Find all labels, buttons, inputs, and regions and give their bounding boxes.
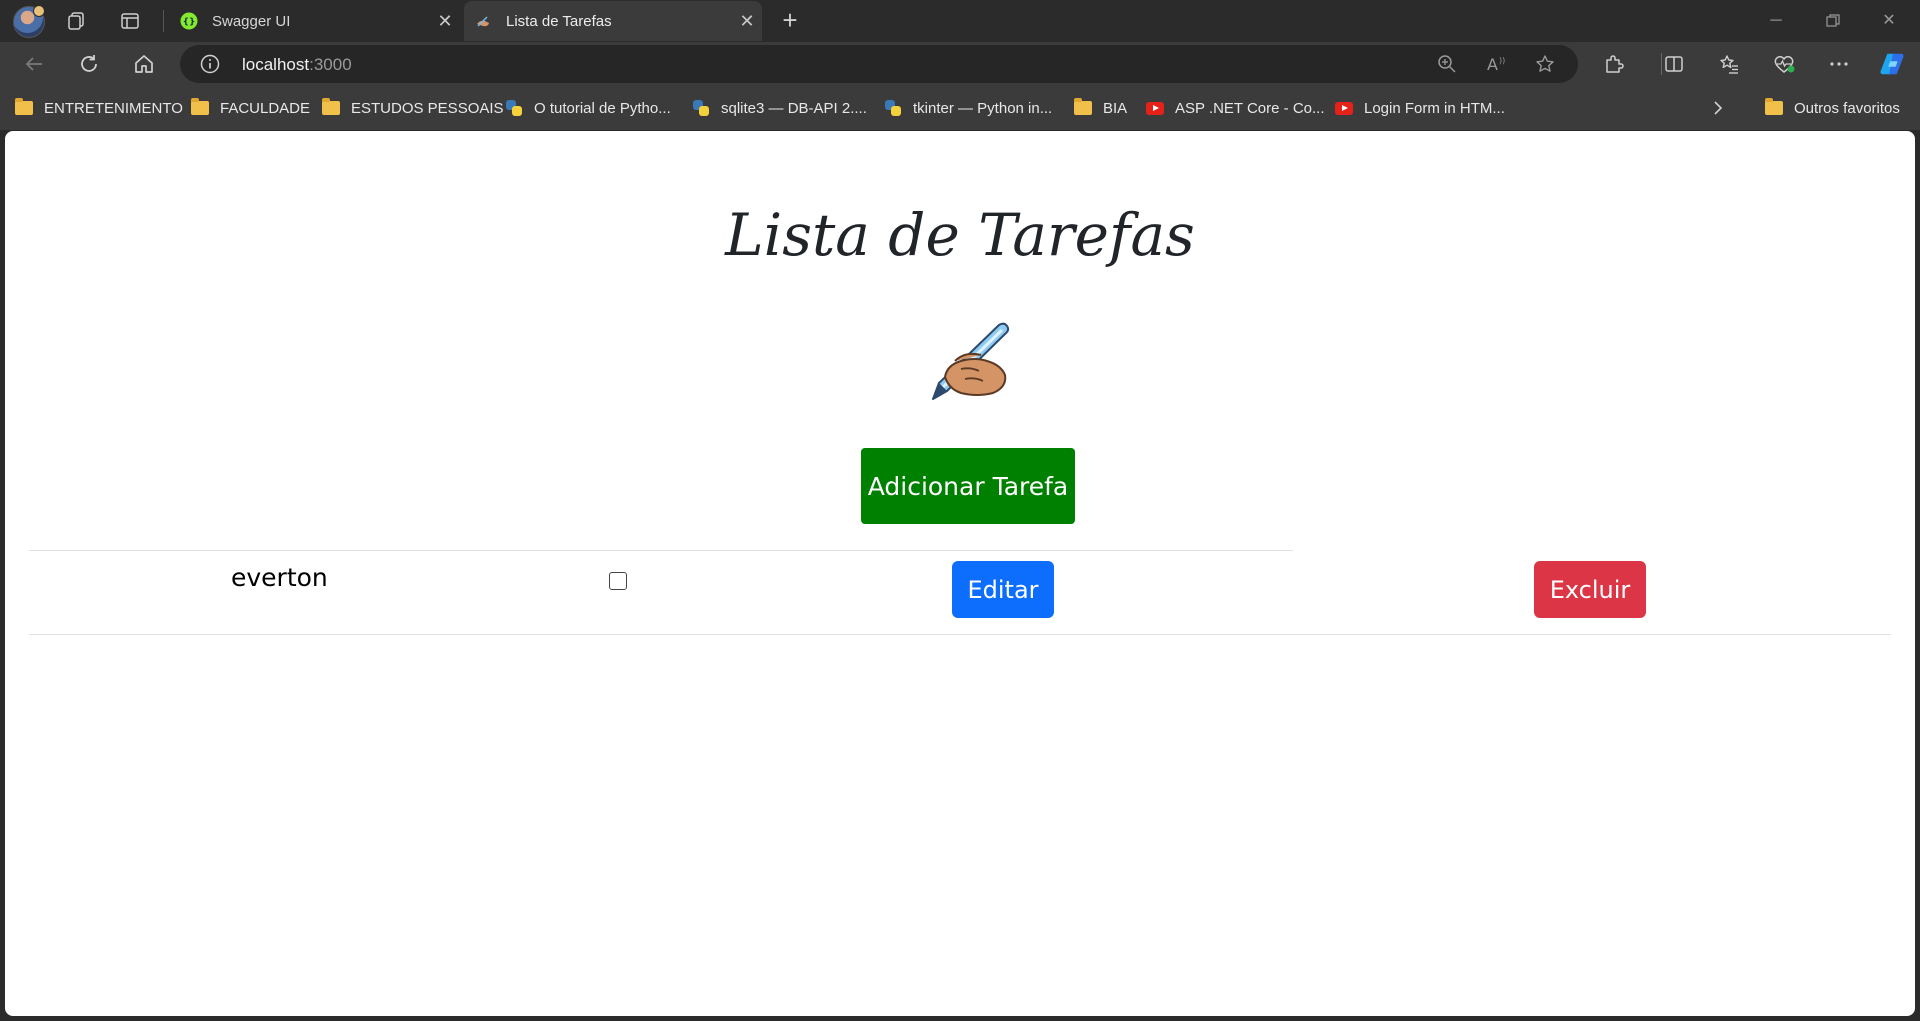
folder-icon [190,98,210,116]
copilot-icon[interactable] [1879,51,1905,77]
workspaces-icon[interactable] [62,6,92,36]
page-title: Lista de Tarefas [725,201,1195,269]
browser-essentials-icon[interactable] [1771,51,1797,77]
bookmark-tutorial-python[interactable]: O tutorial de Pytho... [504,97,671,119]
page-viewport: Lista de Tarefas Adicionar Tarefa everto… [5,131,1915,1016]
bookmark-estudos-pessoais[interactable]: ESTUDOS PESSOAIS [321,97,504,119]
python-icon [691,100,711,116]
bookmark-label: ESTUDOS PESSOAIS [351,99,504,117]
bookmark-sqlite3[interactable]: sqlite3 — DB-API 2.... [691,97,867,119]
bookmarks-bar: ENTRETENIMENTO FACULDADE ESTUDOS PESSOAI… [0,86,1920,131]
bookmark-bia[interactable]: BIA [1073,97,1127,119]
more-options-icon[interactable] [1826,51,1852,77]
tab-separator [163,10,164,32]
edit-task-button[interactable]: Editar [952,561,1054,618]
python-icon [883,100,903,116]
folder-icon [1764,98,1784,116]
writing-hand-icon [474,12,492,30]
bookmark-label: sqlite3 — DB-API 2.... [721,99,867,117]
close-tab-icon[interactable]: ✕ [732,11,762,32]
swagger-icon: {} [180,12,198,30]
back-icon[interactable] [18,48,50,80]
close-tab-icon[interactable]: ✕ [430,11,460,32]
browser-toolbar: localhost:3000 A)) [0,42,1920,86]
extensions-icon[interactable] [1601,51,1627,77]
tab-label: Lista de Tarefas [506,12,612,30]
chevron-right-icon[interactable] [1710,97,1726,119]
profile-status-icon [33,5,45,17]
favorite-star-icon[interactable] [1533,52,1557,76]
url-host: localhost [242,55,310,74]
table-divider [29,634,1891,635]
favorites-icon[interactable] [1716,51,1742,77]
restore-icon[interactable] [1810,6,1856,36]
refresh-icon[interactable] [73,48,105,80]
url-port: :3000 [309,55,352,74]
tab-label: Swagger UI [212,12,291,30]
add-task-button[interactable]: Adicionar Tarefa [861,448,1075,524]
table-divider [29,550,1293,551]
bookmark-label: tkinter — Python in... [913,99,1053,117]
close-window-icon[interactable]: ✕ [1866,6,1912,36]
bookmark-label: FACULDADE [220,99,311,117]
tab-lista-de-tarefas[interactable]: Lista de Tarefas ✕ [464,1,762,41]
bookmark-tkinter[interactable]: tkinter — Python in... [883,97,1052,119]
address-bar[interactable]: localhost:3000 A)) [180,45,1578,83]
home-icon[interactable] [128,48,160,80]
youtube-icon [1145,100,1165,116]
folder-icon [1073,98,1093,116]
folder-icon [321,98,341,116]
task-done-checkbox[interactable] [609,572,627,590]
bookmark-label: ASP .NET Core - Co... [1175,99,1325,117]
tab-swagger-ui[interactable]: {} Swagger UI ✕ [170,1,460,41]
writing-hand-icon [925,321,1015,401]
python-icon [504,100,524,116]
task-text: everton [231,563,328,592]
zoom-icon[interactable] [1435,52,1459,76]
vertical-tabs-icon[interactable] [115,6,145,36]
folder-icon [14,98,34,116]
bookmark-entretenimento[interactable]: ENTRETENIMENTO [14,97,183,119]
new-tab-button[interactable]: + [775,6,805,36]
bookmark-asp-net-core[interactable]: ASP .NET Core - Co... [1145,97,1325,119]
url-text[interactable]: localhost:3000 [242,55,352,75]
svg-text:{}: {} [183,18,196,28]
bookmark-label: Login Form in HTM... [1364,99,1505,117]
bookmark-label: Outros favoritos [1794,99,1900,117]
site-info-icon[interactable] [200,54,220,74]
read-aloud-icon[interactable]: A)) [1485,52,1509,76]
delete-task-button[interactable]: Excluir [1534,561,1646,618]
bookmark-login-form[interactable]: Login Form in HTM... [1334,97,1505,119]
youtube-icon [1334,100,1354,116]
svg-text:A: A [1487,55,1498,74]
bookmark-label: BIA [1103,99,1128,117]
bookmark-label: O tutorial de Pytho... [534,99,671,117]
bookmark-label: ENTRETENIMENTO [44,99,183,117]
bookmark-faculdade[interactable]: FACULDADE [190,97,310,119]
minimize-icon[interactable]: ─ [1753,6,1799,36]
split-screen-icon[interactable] [1661,51,1687,77]
svg-text:)): )) [1499,56,1505,65]
tab-bar: {} Swagger UI ✕ Lista de Tarefas ✕ + ─ ✕ [0,0,1920,42]
bookmark-outros-favoritos[interactable]: Outros favoritos [1764,97,1900,119]
